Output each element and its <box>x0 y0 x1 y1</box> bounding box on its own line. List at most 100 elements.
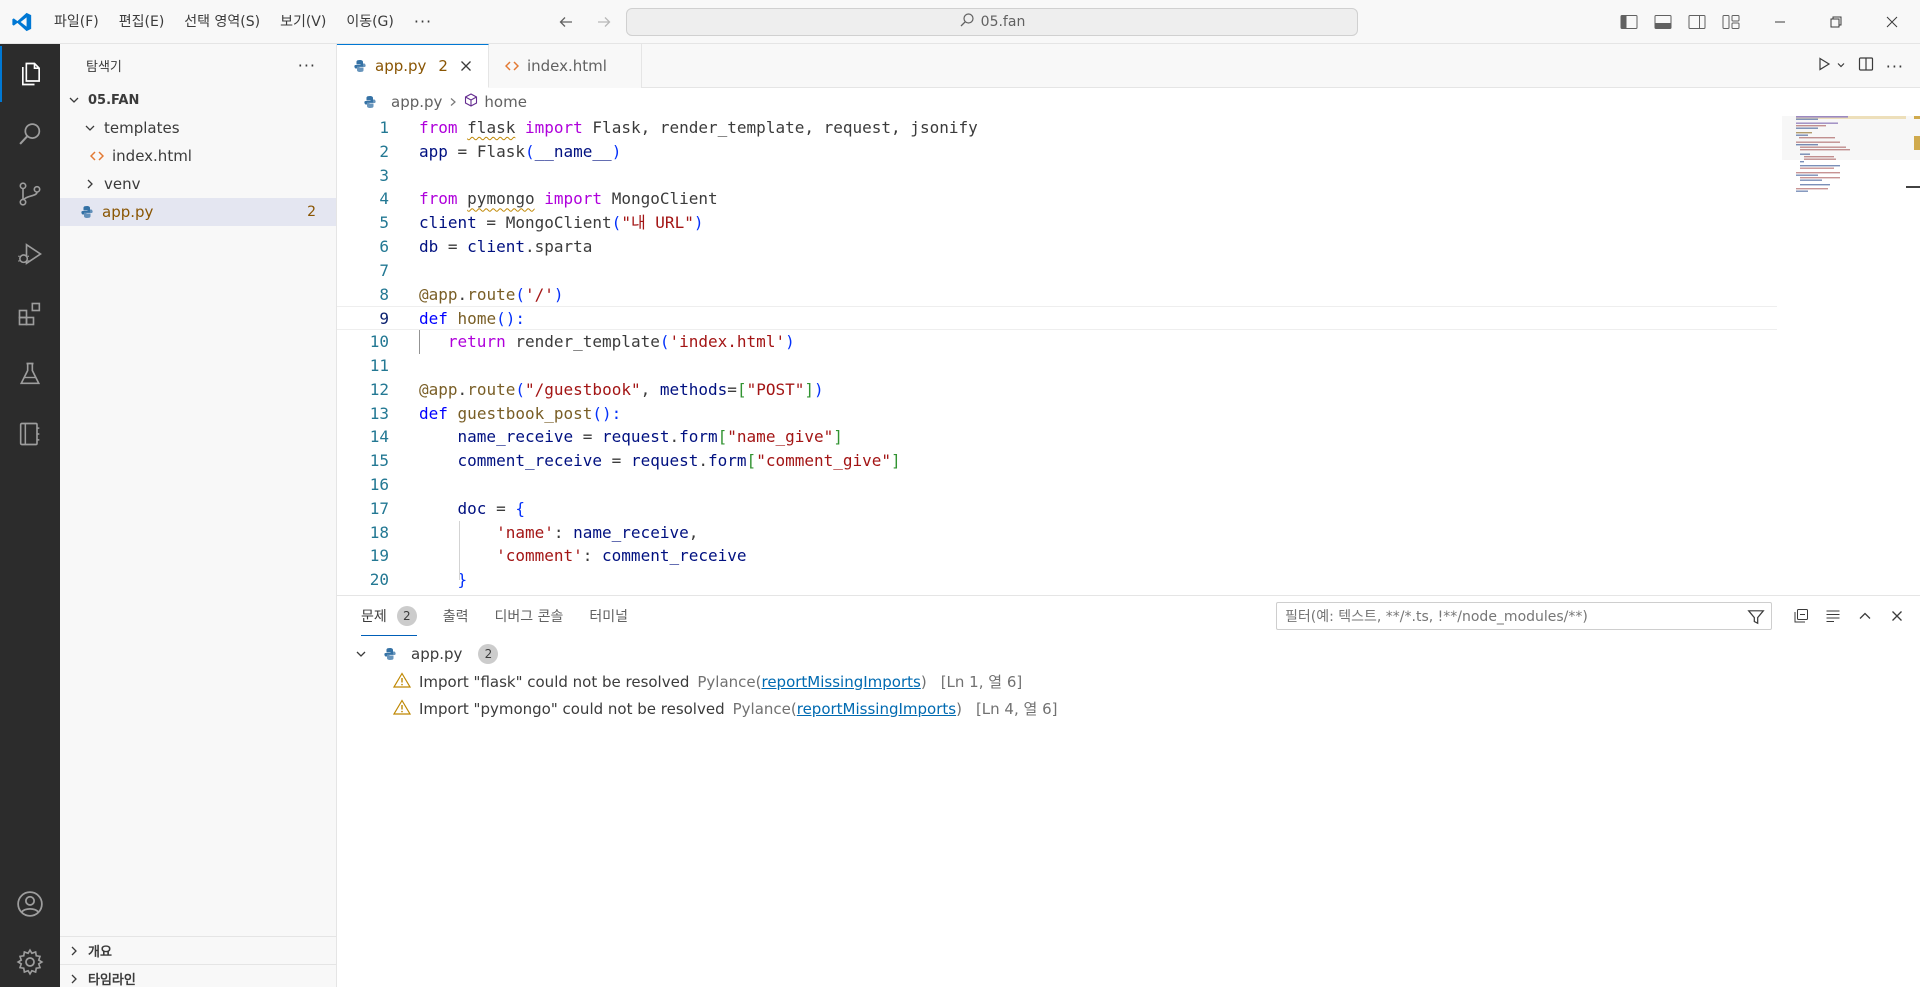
menu-go[interactable]: 이동(G) <box>336 0 404 44</box>
collapse-all-icon[interactable] <box>1790 605 1812 627</box>
problem-location: [Ln 1, 열 6] <box>940 673 1023 691</box>
breadcrumb-file[interactable]: app.py <box>391 93 442 111</box>
maximize-panel-icon[interactable] <box>1854 605 1876 627</box>
code-token: MongoClient <box>611 189 718 209</box>
tree-folder-venv[interactable]: venv <box>60 170 336 198</box>
code-token: pymongo <box>467 189 535 209</box>
chevron-right-icon <box>66 945 82 957</box>
problems-filter-input[interactable]: 필터(예: 텍스트, **/*.ts, !**/node_modules/**) <box>1276 602 1772 630</box>
source-control-icon[interactable] <box>0 166 60 222</box>
menu-selection[interactable]: 선택 영역(S) <box>174 0 270 44</box>
code-token: , <box>688 522 699 542</box>
testing-flask-icon[interactable] <box>0 346 60 402</box>
explorer-icon[interactable] <box>0 46 60 102</box>
indent-guide <box>419 330 420 354</box>
tree-folder-templates[interactable]: templates <box>60 114 336 142</box>
menu-more-icon[interactable]: ··· <box>404 12 442 31</box>
minimize-icon[interactable] <box>1752 0 1808 44</box>
chevron-down-icon[interactable] <box>1836 58 1846 74</box>
code-editor[interactable]: 1 from flask import Flask, render_templat… <box>337 116 1777 595</box>
customize-layout-icon[interactable] <box>1718 9 1744 35</box>
minimap-viewport[interactable] <box>1782 116 1920 160</box>
tab-index-html[interactable]: index.html <box>488 44 642 88</box>
tab-problems[interactable]: 문제 2 <box>361 596 417 636</box>
problems-count-badge: 2 <box>307 204 316 220</box>
code-token: name_receive <box>457 427 574 447</box>
forward-arrow-icon[interactable] <box>592 10 616 34</box>
code-token: comment_receive <box>457 451 603 471</box>
code-token: 'index.html' <box>669 332 786 352</box>
command-center-label: 05.fan <box>980 14 1026 30</box>
search-icon <box>959 12 975 32</box>
toggle-primary-sidebar-icon[interactable] <box>1616 9 1642 35</box>
search-view-icon[interactable] <box>0 106 60 162</box>
close-icon[interactable] <box>456 56 476 76</box>
toggle-secondary-sidebar-icon[interactable] <box>1684 9 1710 35</box>
menu-bar: 파일(F) 편집(E) 선택 영역(S) 보기(V) 이동(G) ··· <box>44 0 442 44</box>
tab-terminal[interactable]: 터미널 <box>589 596 628 636</box>
timeline-section[interactable]: 타임라인 <box>60 964 337 987</box>
tree-file-app-py[interactable]: app.py 2 <box>60 198 336 226</box>
outline-section[interactable]: 개요 <box>60 936 337 964</box>
code-token: ( <box>515 284 525 304</box>
code-token: app <box>428 379 458 399</box>
tab-debug-console[interactable]: 디버그 콘솔 <box>495 596 564 636</box>
menu-edit[interactable]: 편집(E) <box>109 0 175 44</box>
line-number: 3 <box>379 165 389 185</box>
restore-icon[interactable] <box>1808 0 1864 44</box>
command-center-search[interactable]: 05.fan <box>626 8 1358 36</box>
tree-file-app-py-label: app.py <box>102 203 154 221</box>
code-token: . <box>669 427 680 447</box>
explorer-header: 탐색기 ··· <box>60 44 336 86</box>
workspace-root[interactable]: 05.FAN <box>60 86 336 114</box>
tree-folder-venv-label: venv <box>104 175 141 193</box>
split-editor-icon[interactable] <box>1858 56 1874 76</box>
vscode-logo-icon <box>0 0 44 44</box>
code-token: flask <box>467 118 516 137</box>
problem-code-link[interactable]: reportMissingImports <box>761 673 920 691</box>
code-token: . <box>457 284 468 304</box>
problem-item[interactable]: Import "flask" could not be resolved Pyl… <box>337 668 1920 695</box>
problems-file-row[interactable]: app.py 2 <box>337 640 1920 668</box>
run-play-icon[interactable] <box>1816 56 1832 76</box>
extensions-icon[interactable] <box>0 286 60 342</box>
code-line: 4 from pymongo import MongoClient <box>337 187 1777 211</box>
tab-output[interactable]: 출력 <box>443 596 469 636</box>
code-line: 14 name_receive = request.form["name_giv… <box>337 425 1777 449</box>
more-actions-icon[interactable]: ··· <box>1886 57 1904 76</box>
html-file-icon <box>503 58 521 74</box>
view-as-tree-icon[interactable] <box>1822 605 1844 627</box>
code-token: Flask <box>476 141 525 161</box>
code-token: "name_give" <box>727 427 834 447</box>
editor-tabs: app.py 2 index.html ··· <box>337 44 1920 88</box>
manage-gear-icon[interactable] <box>0 934 60 987</box>
code-token: (): <box>592 403 622 423</box>
code-token: from <box>419 189 458 209</box>
tree-file-index-html[interactable]: index.html <box>60 142 336 170</box>
code-token: : <box>553 522 574 542</box>
code-token: : <box>582 546 603 566</box>
close-window-icon[interactable] <box>1864 0 1920 44</box>
code-token: client <box>419 213 477 233</box>
run-debug-icon[interactable] <box>0 226 60 282</box>
breadcrumb-symbol[interactable]: home <box>484 93 527 111</box>
filter-icon[interactable] <box>1747 608 1765 630</box>
chevron-down-icon <box>82 120 98 136</box>
code-token: "/guestbook" <box>525 379 641 399</box>
close-panel-icon[interactable] <box>1886 605 1908 627</box>
tab-app-py[interactable]: app.py 2 <box>337 44 489 88</box>
menu-view[interactable]: 보기(V) <box>270 0 336 44</box>
navigation-arrows <box>554 0 616 44</box>
explorer-more-icon[interactable]: ··· <box>298 56 316 75</box>
accounts-icon[interactable] <box>0 876 60 932</box>
code-token: sparta <box>534 236 593 256</box>
toggle-panel-icon[interactable] <box>1650 9 1676 35</box>
menu-file[interactable]: 파일(F) <box>44 0 109 44</box>
code-token: def <box>419 309 448 329</box>
code-token: app <box>428 284 458 304</box>
scrollbar-cursor-marker <box>1906 186 1920 188</box>
problem-item[interactable]: Import "pymongo" could not be resolved P… <box>337 695 1920 722</box>
problem-code-link[interactable]: reportMissingImports <box>797 700 956 718</box>
back-arrow-icon[interactable] <box>554 10 578 34</box>
notebook-icon[interactable] <box>0 406 60 462</box>
